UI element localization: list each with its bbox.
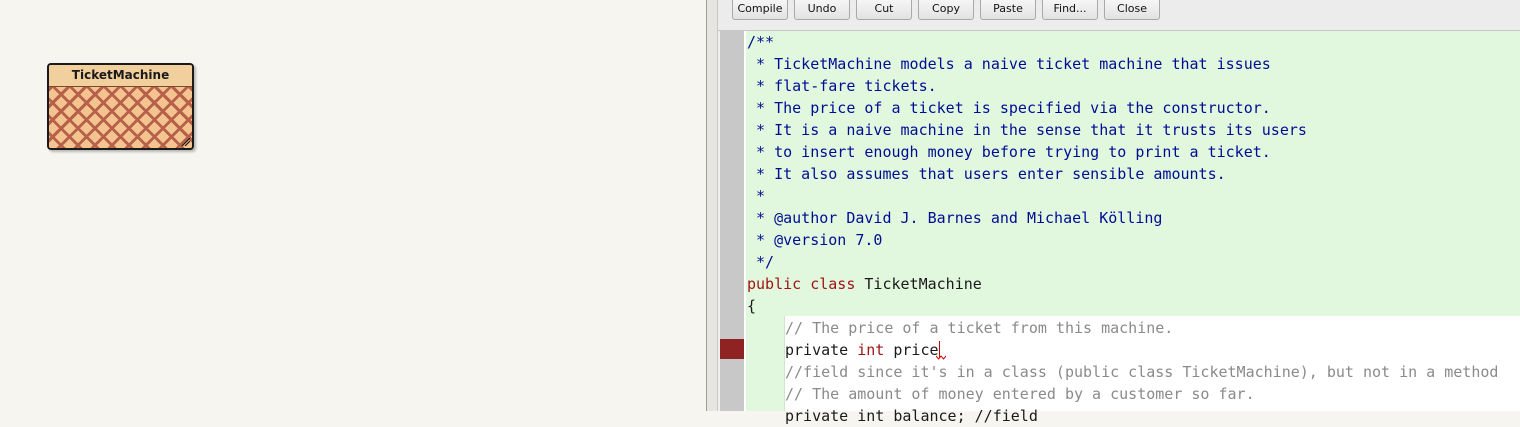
code-line: * @author David J. Barnes and Michael Kö… (747, 209, 1163, 227)
code-line: * It also assumes that users enter sensi… (747, 165, 1226, 183)
source-editor-window: Compile Undo Cut Copy Paste Find... Clos… (718, 0, 1520, 425)
code-line-current: private int price (785, 339, 940, 361)
cut-button[interactable]: Cut (856, 0, 912, 20)
code-line: * @version 7.0 (747, 231, 883, 249)
error-line-marker[interactable] (720, 339, 744, 359)
keyword: public (747, 275, 802, 293)
identifier: price (893, 341, 939, 359)
code-line: * (747, 187, 766, 205)
code-line: // The price of a ticket from this machi… (785, 319, 1174, 337)
split-pane-divider[interactable] (706, 0, 718, 411)
code-line: * to insert enough money before trying t… (747, 143, 1271, 161)
uncompiled-hatch-pattern (49, 87, 192, 148)
close-button[interactable]: Close (1104, 0, 1160, 20)
editor-toolbar: Compile Undo Cut Copy Paste Find... Clos… (718, 0, 1520, 31)
copy-button[interactable]: Copy (918, 0, 974, 20)
class-diagram-panel[interactable]: TicketMachine (0, 0, 706, 411)
identifier: TicketMachine (864, 275, 982, 293)
resize-handle-icon[interactable] (180, 136, 190, 146)
code-line: //field since it's in a class (public cl… (785, 363, 1499, 381)
identifier: private (785, 341, 849, 359)
code-line: * TicketMachine models a naive ticket ma… (747, 55, 1271, 73)
undo-button[interactable]: Undo (794, 0, 850, 20)
code-line: { (747, 297, 757, 315)
code-text-area[interactable]: /** * TicketMachine models a naive ticke… (746, 31, 1520, 425)
keyword: int (857, 341, 885, 359)
error-squiggle-icon (936, 355, 946, 360)
compile-button[interactable]: Compile (732, 0, 788, 20)
find-button[interactable]: Find... (1042, 0, 1098, 20)
code-line: /** (747, 33, 775, 51)
code-line-class-declaration: public class TicketMachine (747, 273, 982, 295)
class-ticketmachine[interactable]: TicketMachine (47, 63, 194, 150)
code-line: * It is a naive machine in the sense tha… (747, 121, 1307, 139)
code-line: * The price of a ticket is specified via… (747, 99, 1271, 117)
code-line: */ (747, 253, 775, 271)
class-name-label: TicketMachine (49, 65, 192, 87)
code-line: private int balance; //field (785, 407, 1038, 425)
paste-button[interactable]: Paste (980, 0, 1036, 20)
keyword: class (810, 275, 856, 293)
code-line: // The amount of money entered by a cust… (785, 385, 1255, 403)
code-line: * flat-fare tickets. (747, 77, 937, 95)
